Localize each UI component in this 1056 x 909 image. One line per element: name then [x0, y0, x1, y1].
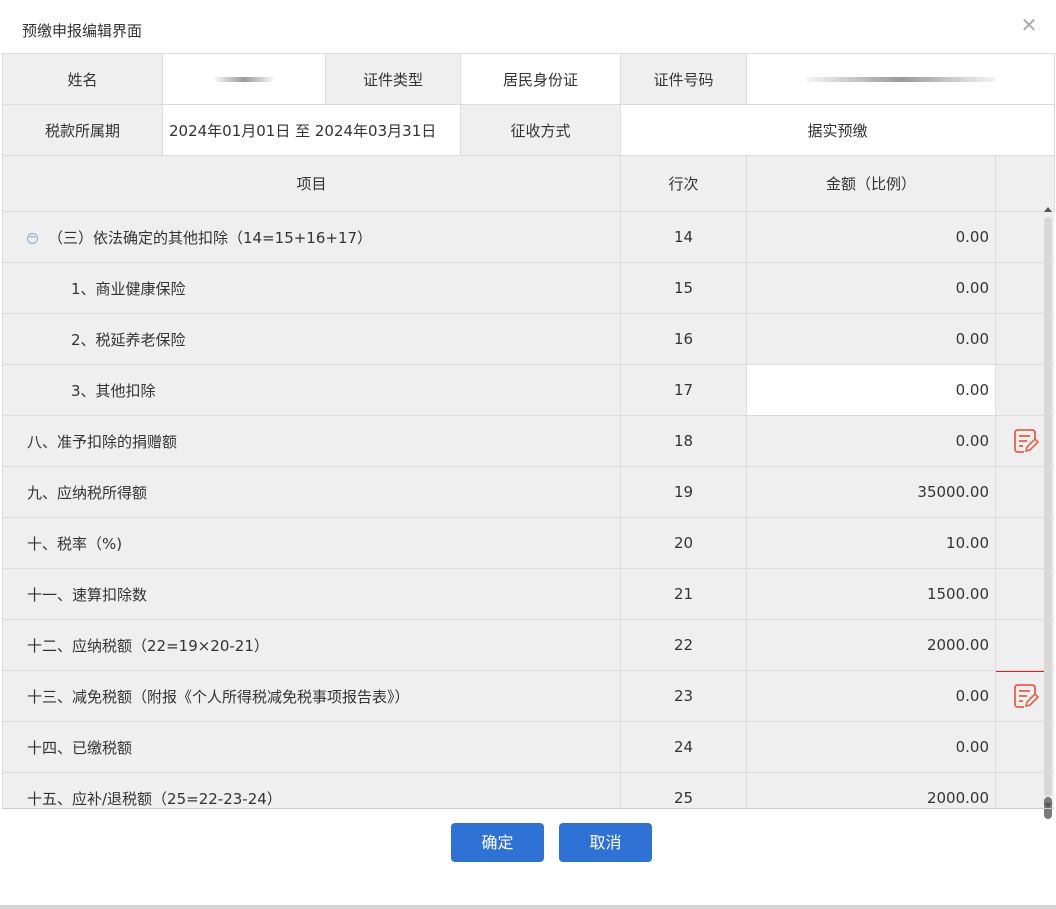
table-row: 2、税延养老保险 16 0.00 [2, 313, 1054, 365]
row-item-label: 九、应纳税所得额 [2, 466, 621, 518]
edit-donation-icon[interactable] [1010, 426, 1040, 456]
row-item-label: 十三、减免税额（附报《个人所得税减免税事项报告表》） [2, 670, 621, 722]
row-line: 19 [620, 466, 747, 518]
row-item-cell: − （三）依法确定的其他扣除（14=15+16+17） [2, 211, 621, 263]
row-item-label: 3、其他扣除 [2, 364, 621, 416]
row-item-label: 十五、应补/退税额（25=22-23-24） [2, 772, 621, 808]
row-amount: 0.00 [746, 211, 996, 263]
dialog-titlebar: 预缴申报编辑界面 ✕ [0, 0, 1056, 52]
row-line: 24 [620, 721, 747, 773]
row-amount: 0.00 [746, 415, 996, 467]
row-line: 23 [620, 670, 747, 722]
row-amount: 10.00 [746, 517, 996, 569]
dialog-title: 预缴申报编辑界面 [22, 22, 143, 40]
id-type-label: 证件类型 [325, 53, 461, 105]
row-line: 20 [620, 517, 747, 569]
header-line: 行次 [620, 155, 747, 212]
header-item: 项目 [2, 155, 621, 212]
collection-method-label: 征收方式 [460, 104, 621, 156]
table-row: 十四、已缴税额 24 0.00 [2, 721, 1054, 773]
vertical-scrollbar[interactable] [1042, 207, 1054, 819]
table-row: 十一、速算扣除数 21 1500.00 [2, 568, 1054, 620]
row-line: 18 [620, 415, 747, 467]
edit-tax-relief-icon[interactable] [1010, 681, 1040, 711]
row-line: 16 [620, 313, 747, 365]
id-type-value: 居民身份证 [460, 53, 621, 105]
row-line: 21 [620, 568, 747, 620]
grid-body: − （三）依法确定的其他扣除（14=15+16+17） 14 0.00 1、商业健… [2, 211, 1054, 808]
row-amount: 1500.00 [746, 568, 996, 620]
id-number-value-redacted [746, 53, 1055, 105]
row-line: 14 [620, 211, 747, 263]
row-line: 15 [620, 262, 747, 314]
row-item-label: 十一、速算扣除数 [2, 568, 621, 620]
declaration-edit-dialog: 预缴申报编辑界面 ✕ 姓名 证件类型 居民身份证 证件号码 税款所属期 2024… [0, 0, 1056, 909]
row-amount: 0.00 [746, 721, 996, 773]
item-table: − （三）依法确定的其他扣除（14=15+16+17） 14 0.00 1、商业健… [2, 211, 1054, 808]
name-value-redacted [162, 53, 326, 105]
table-row: 十、税率（%) 20 10.00 [2, 517, 1054, 569]
scroll-up-arrow-icon[interactable] [1044, 207, 1052, 212]
row-amount: 2000.00 [746, 772, 996, 808]
other-deduction-amount-input[interactable]: 0.00 [746, 364, 996, 416]
row-amount: 0.00 [746, 262, 996, 314]
confirm-button[interactable]: 确定 [451, 823, 544, 862]
table-row: 3、其他扣除 17 0.00 [2, 364, 1054, 416]
close-icon[interactable]: ✕ [1018, 14, 1040, 36]
id-number-label: 证件号码 [620, 53, 747, 105]
row-line: 17 [620, 364, 747, 416]
tax-period-value: 2024年01月01日 至 2024年03月31日 [162, 104, 461, 156]
footer-divider [2, 808, 1054, 809]
row-line: 22 [620, 619, 747, 671]
scroll-track[interactable] [1044, 217, 1052, 797]
row-item-label: 2、税延养老保险 [2, 313, 621, 365]
table-row: 十二、应纳税额（22=19×20-21） 22 2000.00 [2, 619, 1054, 671]
table-row: 十五、应补/退税额（25=22-23-24） 25 2000.00 [2, 772, 1054, 808]
table-row: 九、应纳税所得额 19 35000.00 [2, 466, 1054, 518]
cancel-button[interactable]: 取消 [559, 823, 652, 862]
tax-period-label: 税款所属期 [2, 104, 163, 156]
table-row: − （三）依法确定的其他扣除（14=15+16+17） 14 0.00 [2, 211, 1054, 263]
row-amount: 2000.00 [746, 619, 996, 671]
table-row: 1、商业健康保险 15 0.00 [2, 262, 1054, 314]
name-label: 姓名 [2, 53, 163, 105]
row-amount: 35000.00 [746, 466, 996, 518]
dialog-bottom-edge [0, 905, 1056, 909]
grid-header: 项目 行次 金额（比例） [2, 155, 1055, 212]
row-item-label: （三）依法确定的其他扣除（14=15+16+17） [48, 228, 373, 247]
table-row: 十三、减免税额（附报《个人所得税减免税事项报告表》） 23 0.00 [2, 670, 1054, 722]
row-line: 25 [620, 772, 747, 808]
row-item-label: 十、税率（%) [2, 517, 621, 569]
collapse-icon[interactable]: − [27, 232, 38, 244]
row-amount: 0.00 [746, 313, 996, 365]
header-amount: 金额（比例） [746, 155, 996, 212]
row-item-label: 八、准予扣除的捐赠额 [2, 415, 621, 467]
header-action [995, 155, 1055, 212]
table-row: 八、准予扣除的捐赠额 18 0.00 [2, 415, 1054, 467]
collection-method-value: 据实预缴 [620, 104, 1055, 156]
row-item-label: 1、商业健康保险 [2, 262, 621, 314]
taxpayer-info-table: 姓名 证件类型 居民身份证 证件号码 税款所属期 2024年01月01日 至 2… [2, 53, 1055, 156]
row-item-label: 十四、已缴税额 [2, 721, 621, 773]
row-amount: 0.00 [746, 670, 996, 722]
row-item-label: 十二、应纳税额（22=19×20-21） [2, 619, 621, 671]
